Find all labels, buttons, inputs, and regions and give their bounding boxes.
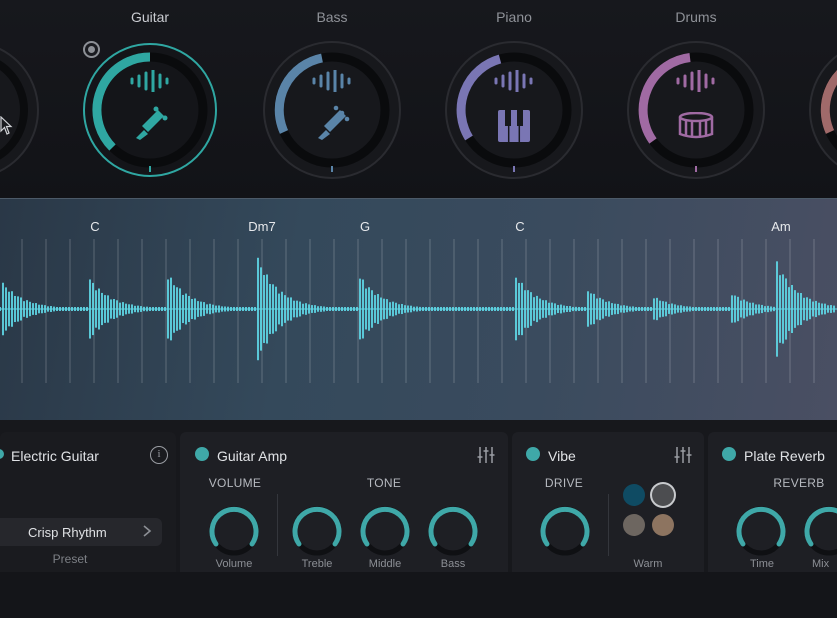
divider (608, 494, 609, 556)
middle-knob[interactable] (358, 504, 412, 558)
preset-selector[interactable]: Crisp Rhythm (0, 518, 162, 546)
waveform-icon (492, 68, 536, 97)
chord-marker: C (90, 219, 100, 234)
mix-knob[interactable] (802, 504, 837, 558)
mouse-cursor-icon (0, 115, 14, 141)
warm-swatch[interactable] (652, 514, 674, 536)
plate-reverb-panel: Plate Reverb REVERB Time Mix (708, 432, 837, 590)
preset-value: Crisp Rhythm (28, 525, 107, 540)
tone-section-label: TONE (366, 476, 402, 490)
vibe-power-toggle[interactable] (526, 447, 540, 461)
warm-label: Warm (633, 558, 663, 570)
source-panel: Electric Guitar i Crisp Rhythm Preset (0, 432, 176, 590)
chevron-right-icon (143, 525, 152, 537)
instrument-partial-left[interactable] (0, 0, 50, 198)
waveform-icon (310, 68, 354, 97)
instrument-label: Bass (316, 9, 348, 25)
time-knob-label: Time (749, 558, 775, 570)
waveform-timeline[interactable]: C Dm7 G C Am (0, 198, 837, 420)
treble-knob-label: Treble (301, 558, 333, 570)
record-button[interactable] (83, 41, 100, 58)
instrument-bass[interactable]: Bass (252, 0, 412, 198)
warm-swatch-selected[interactable] (652, 484, 674, 506)
instrument-partial-right[interactable] (798, 0, 837, 198)
chord-marker: Am (771, 219, 791, 234)
warm-swatch[interactable] (623, 484, 645, 506)
amp-title: Guitar Amp (217, 448, 288, 464)
instrument-label: Piano (496, 9, 532, 25)
reverb-title: Plate Reverb (744, 448, 825, 464)
bass-knob-label: Bass (440, 558, 466, 570)
instrument-piano[interactable]: Piano (434, 0, 594, 198)
reverb-section-label: REVERB (773, 476, 825, 490)
volume-knob-label: Volume (215, 558, 253, 570)
instrument-label: Drums (675, 9, 717, 25)
piano-keys-icon (498, 110, 530, 147)
instrument-dial[interactable] (806, 38, 837, 182)
warm-swatch[interactable] (623, 514, 645, 536)
guitar-amp-panel: Guitar Amp VOLUME TONE Volume Treble Mid… (180, 432, 508, 590)
guitar-headstock-icon (134, 104, 168, 145)
instrument-guitar[interactable]: Guitar (70, 0, 230, 198)
preset-label: Preset (52, 552, 88, 566)
divider (277, 494, 278, 556)
drive-knob[interactable] (538, 504, 592, 558)
sliders-icon[interactable] (477, 446, 495, 464)
drive-section-label: DRIVE (544, 476, 584, 490)
sliders-icon[interactable] (674, 446, 692, 464)
waveform-icon (674, 68, 718, 97)
chord-marker: C (515, 219, 525, 234)
chord-marker: G (359, 219, 371, 234)
chord-marker: Dm7 (248, 219, 276, 234)
instrument-strip: Guitar Bass Piano Drums (0, 0, 837, 198)
middle-knob-label: Middle (368, 558, 402, 570)
drums-dial[interactable] (624, 38, 768, 182)
bass-headstock-icon (316, 104, 350, 145)
source-power-toggle[interactable] (0, 449, 4, 459)
treble-knob[interactable] (290, 504, 344, 558)
source-title: Electric Guitar (11, 448, 99, 464)
bass-knob[interactable] (426, 504, 480, 558)
effects-chain: Electric Guitar i Crisp Rhythm Preset Gu… (0, 420, 837, 618)
instrument-drums[interactable]: Drums (616, 0, 776, 198)
instrument-dial[interactable] (0, 38, 42, 182)
vibe-title: Vibe (548, 448, 576, 464)
vibe-panel: Vibe DRIVE Warm (512, 432, 704, 590)
time-knob[interactable] (734, 504, 788, 558)
waveform-icon (128, 68, 172, 97)
instrument-label: Guitar (130, 9, 170, 25)
snare-drum-icon (678, 111, 714, 145)
footer-bar (0, 572, 837, 618)
volume-section-label: VOLUME (208, 476, 262, 490)
reverb-power-toggle[interactable] (722, 447, 736, 461)
volume-knob[interactable] (207, 504, 261, 558)
mix-knob-label: Mix (812, 558, 830, 570)
waveform-display[interactable] (0, 199, 837, 421)
amp-power-toggle[interactable] (195, 447, 209, 461)
info-icon[interactable]: i (150, 446, 168, 464)
